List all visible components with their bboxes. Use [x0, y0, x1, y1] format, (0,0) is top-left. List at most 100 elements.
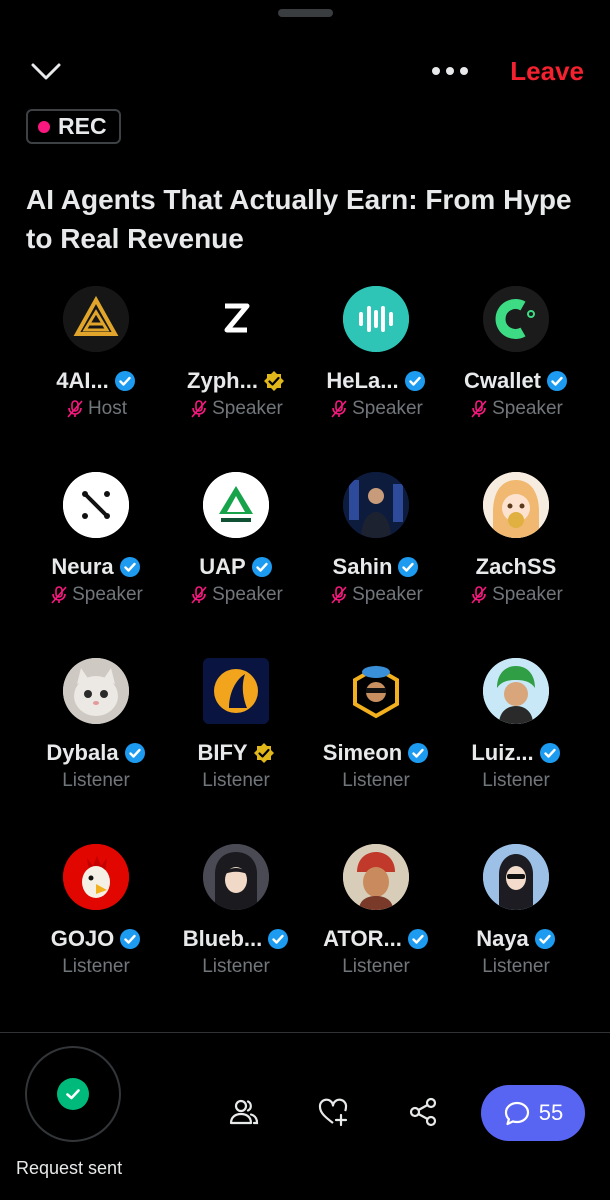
verified-badge-icon	[539, 743, 560, 763]
people-icon[interactable]	[228, 1096, 260, 1128]
mic-off-icon	[191, 400, 207, 418]
recording-label: REC	[58, 113, 107, 139]
verified-badge-icon	[534, 929, 555, 949]
participant-name: Sahin	[332, 554, 393, 579]
participant-role: Listener	[482, 770, 550, 791]
participant-name: Simeon	[322, 740, 403, 765]
top-bar: Leave	[0, 50, 610, 92]
more-options-button[interactable]	[428, 56, 472, 86]
verified-badge-icon	[120, 929, 141, 949]
comments-count: 55	[538, 1100, 564, 1125]
participant-name: HeLa...	[326, 368, 399, 393]
leave-button[interactable]: Leave	[510, 54, 584, 88]
participant-name: Naya	[476, 926, 529, 951]
avatar	[63, 658, 129, 724]
participant[interactable]: Simeon Listener	[306, 658, 446, 844]
verified-badge-icon	[407, 929, 428, 949]
verified-badge-icon	[547, 371, 568, 391]
more-icon	[432, 67, 468, 75]
participant-name: Luiz...	[471, 740, 534, 765]
verified-gold-badge-icon	[253, 743, 274, 763]
participant[interactable]: HeLa... Speaker	[306, 286, 446, 472]
recording-badge: REC	[26, 109, 121, 144]
verified-badge-icon	[124, 743, 145, 763]
verified-badge-icon	[408, 743, 429, 763]
mic-off-icon	[191, 586, 207, 604]
participant[interactable]: BIFY Listener	[166, 658, 306, 844]
participant[interactable]: Naya Listener	[446, 844, 586, 1030]
participant[interactable]: Dybala Listener	[26, 658, 166, 844]
participant-name: UAP	[199, 554, 246, 579]
participant[interactable]: ZachSS Speaker	[446, 472, 586, 658]
participant[interactable]: Sahin Speaker	[306, 472, 446, 658]
verified-gold-badge-icon	[263, 371, 284, 391]
mic-off-icon	[67, 400, 83, 418]
participant-role: Listener	[202, 770, 270, 791]
participant[interactable]: ATOR... Listener	[306, 844, 446, 1030]
comments-button[interactable]: 55	[481, 1085, 585, 1141]
participant-name: ZachSS	[475, 554, 557, 579]
participant-name: BIFY	[197, 740, 248, 765]
participant-name: Blueb...	[182, 926, 263, 951]
mic-off-icon	[331, 400, 347, 418]
mic-off-icon	[51, 586, 67, 604]
mic-off-icon	[331, 586, 347, 604]
drag-handle[interactable]	[278, 9, 333, 17]
participant-name: Dybala	[46, 740, 119, 765]
verified-badge-icon	[114, 371, 135, 391]
participant-name: GOJO	[50, 926, 115, 951]
participant[interactable]: Blueb... Listener	[166, 844, 306, 1030]
avatar	[343, 844, 409, 910]
participant-role: Listener	[342, 956, 410, 977]
participant-name: Cwallet	[463, 368, 542, 393]
avatar	[63, 844, 129, 910]
avatar	[203, 472, 269, 538]
participant-role: Speaker	[352, 398, 423, 419]
heart-plus-icon[interactable]	[317, 1096, 349, 1128]
recording-dot-icon	[38, 120, 50, 133]
participants-grid: 4AI... Host Zyph... Speaker HeLa... Spea…	[26, 286, 586, 1030]
participant[interactable]: 4AI... Host	[26, 286, 166, 472]
verified-badge-icon	[398, 557, 419, 577]
participant-role: Speaker	[492, 584, 563, 605]
check-icon	[57, 1078, 89, 1110]
avatar	[203, 286, 269, 352]
participant-role: Listener	[342, 770, 410, 791]
chevron-down-icon	[31, 63, 61, 80]
avatar	[483, 286, 549, 352]
share-icon[interactable]	[407, 1096, 439, 1128]
participant[interactable]: UAP Speaker	[166, 472, 306, 658]
participant[interactable]: Zyph... Speaker	[166, 286, 306, 472]
participant-role: Listener	[482, 956, 550, 977]
request-status-label: Request sent	[16, 1158, 123, 1178]
avatar	[203, 844, 269, 910]
participant-role: Speaker	[492, 398, 563, 419]
participant-role: Listener	[202, 956, 270, 977]
footer-divider	[0, 1032, 610, 1033]
participant-role: Speaker	[352, 584, 423, 605]
avatar	[343, 286, 409, 352]
verified-badge-icon	[119, 557, 140, 577]
mic-off-icon	[471, 400, 487, 418]
avatar	[483, 658, 549, 724]
participant-name: Zyph...	[187, 368, 258, 393]
participant[interactable]: Luiz... Listener	[446, 658, 586, 844]
avatar	[343, 658, 409, 724]
avatar	[63, 286, 129, 352]
collapse-button[interactable]	[26, 54, 66, 88]
participant-name: Neura	[51, 554, 114, 579]
participant[interactable]: GOJO Listener	[26, 844, 166, 1030]
verified-badge-icon	[404, 371, 425, 391]
avatar	[343, 472, 409, 538]
participant-role: Listener	[62, 956, 130, 977]
participant[interactable]: Cwallet Speaker	[446, 286, 586, 472]
request-to-speak-button[interactable]	[25, 1046, 121, 1142]
participant-role: Speaker	[212, 584, 283, 605]
participant-name: ATOR...	[323, 926, 402, 951]
participant[interactable]: Neura Speaker	[26, 472, 166, 658]
avatar	[483, 472, 549, 538]
mic-off-icon	[471, 586, 487, 604]
avatar	[63, 472, 129, 538]
avatar	[483, 844, 549, 910]
avatar	[203, 658, 269, 724]
